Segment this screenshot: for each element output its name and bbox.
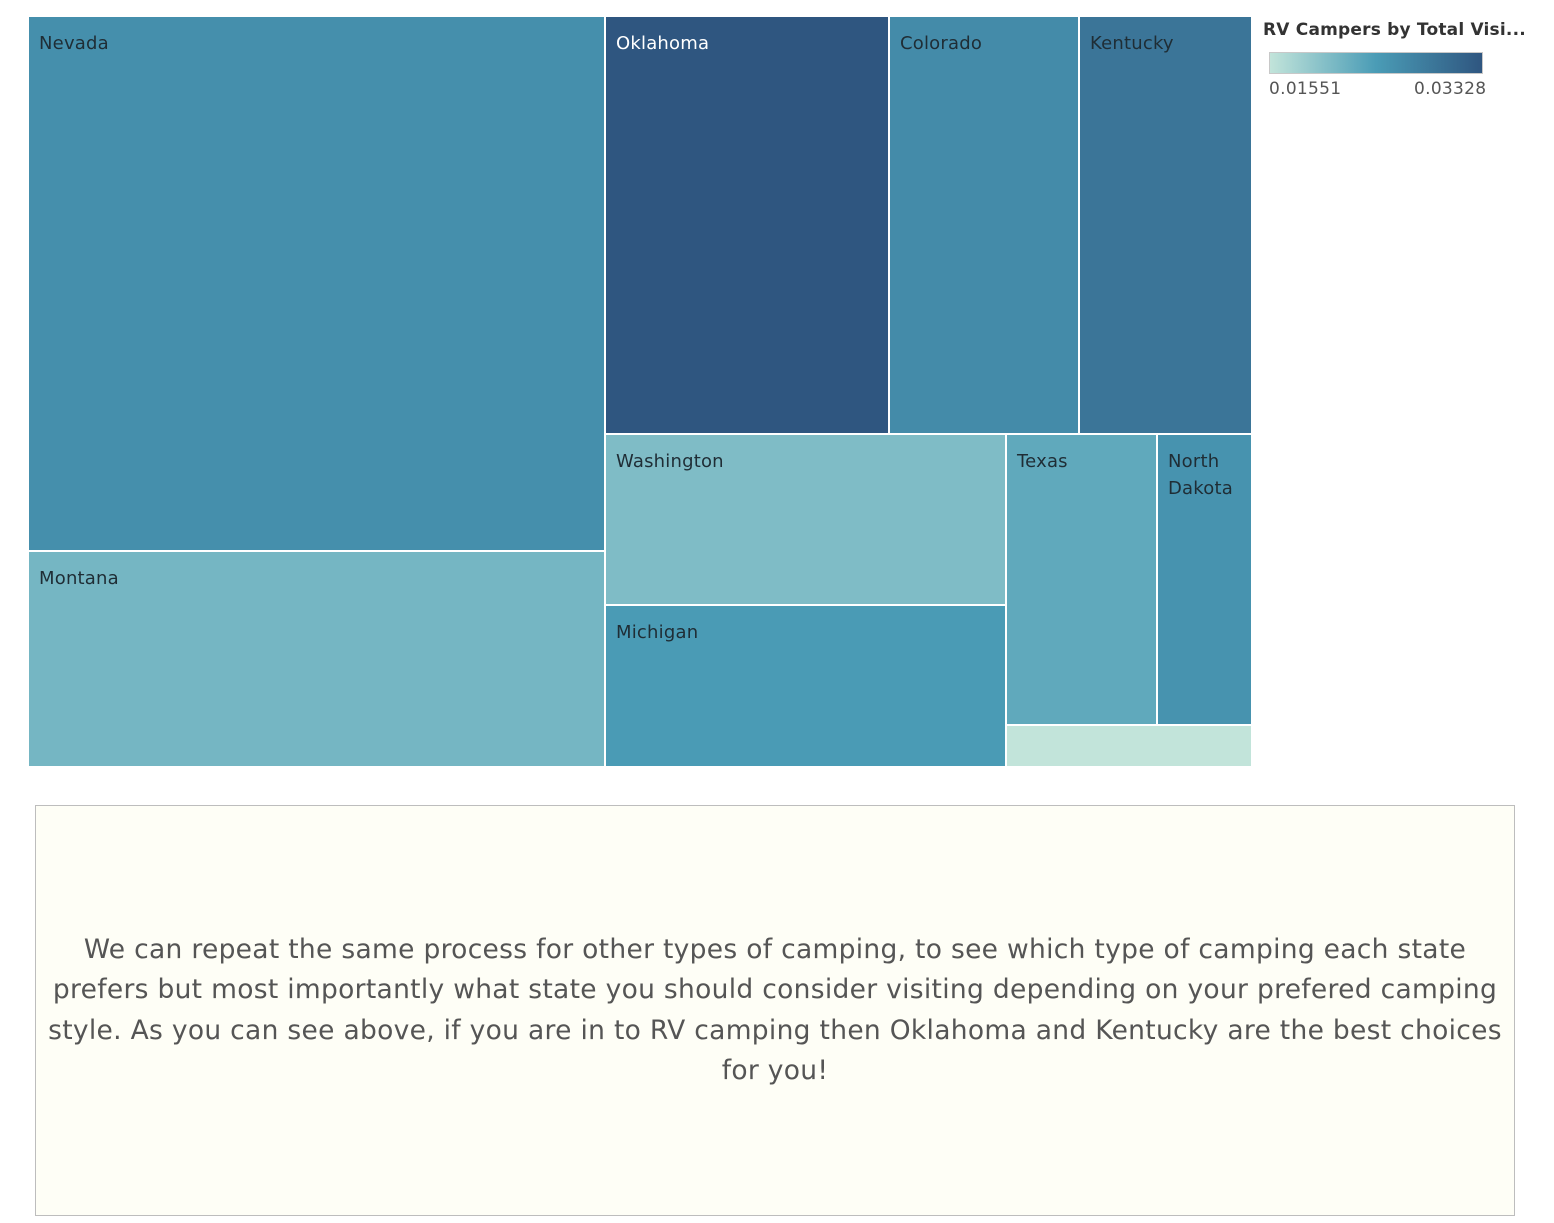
tile-label: Texas (1017, 451, 1068, 472)
tile-north-dakota[interactable]: North Dakota (1158, 435, 1251, 724)
tile-label: Colorado (900, 33, 983, 54)
tile-oklahoma[interactable]: Oklahoma (606, 17, 888, 433)
treemap-chart: Nevada Montana Oklahoma Colorado Kentucky Was… (28, 16, 1252, 767)
legend-min-label: 0.01551 (1269, 79, 1342, 99)
tile-michigan[interactable]: Michigan (606, 606, 1005, 766)
tile-kentucky[interactable]: Kentucky (1080, 17, 1251, 433)
tile-label: Montana (39, 568, 119, 589)
legend-max-label: 0.03328 (1414, 79, 1487, 99)
tile-colorado[interactable]: Colorado (890, 17, 1078, 433)
caption-text: We can repeat the same process for other… (48, 933, 1502, 1087)
tile-label: Oklahoma (616, 33, 710, 54)
color-legend: RV Campers by Total Visi... 0.01551 0.03… (1263, 16, 1526, 99)
tile-label: Michigan (616, 622, 699, 643)
legend-color-ramp (1269, 52, 1483, 74)
legend-title: RV Campers by Total Visi... (1263, 20, 1526, 40)
caption-box: We can repeat the same process for other… (35, 805, 1515, 1216)
tile-unlabeled[interactable] (1007, 726, 1251, 766)
tile-label: Washington (616, 451, 724, 472)
tile-nevada[interactable]: Nevada (29, 17, 604, 550)
tile-label: Nevada (39, 33, 109, 54)
tile-label: North Dakota (1168, 451, 1233, 499)
tile-label: Kentucky (1090, 33, 1174, 54)
tile-montana[interactable]: Montana (29, 552, 604, 766)
tile-washington[interactable]: Washington (606, 435, 1005, 604)
tile-texas[interactable]: Texas (1007, 435, 1156, 724)
